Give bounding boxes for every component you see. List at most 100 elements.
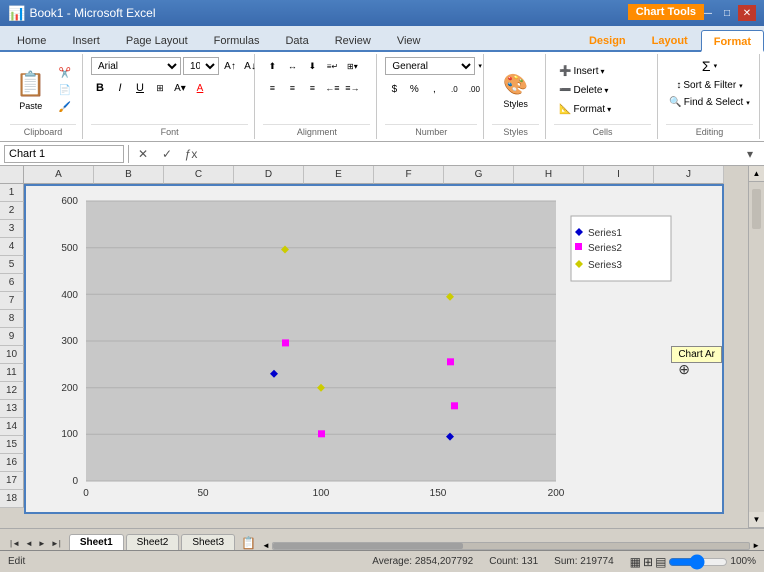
copy-button[interactable]: 📄 [54, 83, 76, 98]
row-header-6[interactable]: 6 [0, 274, 24, 292]
format-painter-button[interactable]: 🖌️ [54, 100, 76, 115]
col-header-j[interactable]: J [654, 166, 724, 184]
font-name-select[interactable]: Arial [91, 57, 181, 75]
sheet-tab-sheet2[interactable]: Sheet2 [126, 534, 180, 550]
tab-home[interactable]: Home [4, 28, 59, 50]
border-button[interactable]: ⊞ [151, 79, 169, 97]
increase-indent-button[interactable]: ≡→ [343, 79, 361, 97]
row-header-17[interactable]: 17 [0, 472, 24, 490]
tab-next-button[interactable]: ► [36, 537, 48, 550]
decrease-decimal-button[interactable]: .0 [445, 80, 463, 98]
increase-font-button[interactable]: A↑ [221, 57, 239, 75]
tab-first-button[interactable]: |◄ [8, 537, 22, 550]
comma-button[interactable]: , [425, 80, 443, 98]
sheet-tab-sheet3[interactable]: Sheet3 [181, 534, 235, 550]
formula-input[interactable] [205, 148, 736, 160]
paste-button[interactable]: 📋 Paste [10, 60, 52, 120]
tab-format[interactable]: Format [701, 30, 764, 52]
row-header-8[interactable]: 8 [0, 310, 24, 328]
underline-button[interactable]: U [131, 79, 149, 97]
percent-button[interactable]: % [405, 80, 423, 98]
view-page-break-button[interactable]: ▤ [655, 555, 666, 569]
row-header-9[interactable]: 9 [0, 328, 24, 346]
row-header-12[interactable]: 12 [0, 382, 24, 400]
col-header-b[interactable]: B [94, 166, 164, 184]
row-header-11[interactable]: 11 [0, 364, 24, 382]
row-header-10[interactable]: 10 [0, 346, 24, 364]
decrease-indent-button[interactable]: ←≡ [323, 79, 341, 97]
view-normal-button[interactable]: ▦ [630, 555, 641, 569]
format-cells-button[interactable]: 📐 Format ▾ [554, 100, 616, 119]
italic-button[interactable]: I [111, 79, 129, 97]
row-header-3[interactable]: 3 [0, 220, 24, 238]
tab-page-layout[interactable]: Page Layout [113, 28, 201, 50]
scroll-thumb[interactable] [752, 189, 761, 229]
tab-layout[interactable]: Layout [639, 28, 701, 50]
bold-button[interactable]: B [91, 79, 109, 97]
col-header-d[interactable]: D [234, 166, 304, 184]
font-color-button[interactable]: A [191, 79, 209, 97]
scroll-down-button[interactable]: ▼ [749, 512, 764, 528]
tab-design[interactable]: Design [576, 28, 639, 50]
font-size-select[interactable]: 10 [183, 57, 219, 75]
tab-data[interactable]: Data [272, 28, 321, 50]
wrap-text-button[interactable]: ≡↵ [323, 57, 341, 75]
insert-function-button[interactable]: ƒx [181, 145, 201, 163]
number-format-select[interactable]: General [385, 57, 475, 75]
align-top-button[interactable]: ⬆ [263, 57, 281, 75]
row-header-7[interactable]: 7 [0, 292, 24, 310]
insert-cells-button[interactable]: ➕ Insert ▾ [554, 62, 616, 81]
col-header-a[interactable]: A [24, 166, 94, 184]
row-header-4[interactable]: 4 [0, 238, 24, 256]
col-header-i[interactable]: I [584, 166, 654, 184]
align-right-button[interactable]: ≡ [303, 79, 321, 97]
tab-view[interactable]: View [384, 28, 434, 50]
col-header-g[interactable]: G [444, 166, 514, 184]
decrease-font-button[interactable]: A↓ [241, 57, 259, 75]
increase-decimal-button[interactable]: .00 [465, 80, 483, 98]
styles-button[interactable]: 🎨 Styles [492, 60, 539, 120]
sort-filter-button[interactable]: ↕ Sort & Filter ▾ [671, 78, 747, 93]
sum-button[interactable]: Σ ▾ [697, 56, 722, 76]
scroll-right-button[interactable]: ► [752, 541, 760, 550]
find-select-button[interactable]: 🔍 Find & Select ▾ [664, 95, 754, 110]
row-header-14[interactable]: 14 [0, 418, 24, 436]
tab-last-button[interactable]: ►| [49, 537, 63, 550]
chart-area[interactable]: 600 500 400 300 200 100 0 [24, 184, 724, 514]
zoom-slider[interactable] [668, 557, 728, 567]
merge-button[interactable]: ⊞▾ [343, 57, 361, 75]
tab-formulas[interactable]: Formulas [201, 28, 273, 50]
expand-formula-button[interactable]: ▾ [740, 145, 760, 163]
col-header-e[interactable]: E [304, 166, 374, 184]
confirm-formula-button[interactable]: ✓ [157, 145, 177, 163]
row-header-1[interactable]: 1 [0, 184, 24, 202]
name-box[interactable] [4, 145, 124, 163]
cancel-formula-button[interactable]: ✕ [133, 145, 153, 163]
tab-review[interactable]: Review [322, 28, 384, 50]
align-middle-button[interactable]: ↔ [283, 57, 301, 75]
tab-prev-button[interactable]: ◄ [23, 537, 35, 550]
maximize-button[interactable]: □ [718, 5, 736, 21]
close-button[interactable]: ✕ [738, 5, 756, 21]
col-header-h[interactable]: H [514, 166, 584, 184]
row-header-5[interactable]: 5 [0, 256, 24, 274]
align-center-button[interactable]: ≡ [283, 79, 301, 97]
delete-cells-button[interactable]: ➖ Delete ▾ [554, 81, 616, 100]
add-sheet-button[interactable]: 📋 [241, 536, 256, 550]
accounting-button[interactable]: $ [385, 80, 403, 98]
row-header-13[interactable]: 13 [0, 400, 24, 418]
row-header-16[interactable]: 16 [0, 454, 24, 472]
scroll-left-button[interactable]: ◄ [262, 541, 270, 550]
row-header-2[interactable]: 2 [0, 202, 24, 220]
col-header-f[interactable]: F [374, 166, 444, 184]
sheet-tab-sheet1[interactable]: Sheet1 [69, 534, 124, 550]
align-bottom-button[interactable]: ⬇ [303, 57, 321, 75]
col-header-c[interactable]: C [164, 166, 234, 184]
align-left-button[interactable]: ≡ [263, 79, 281, 97]
scroll-up-button[interactable]: ▲ [749, 166, 764, 182]
row-header-15[interactable]: 15 [0, 436, 24, 454]
row-header-18[interactable]: 18 [0, 490, 24, 508]
fill-color-button[interactable]: A▾ [171, 79, 189, 97]
tab-insert[interactable]: Insert [59, 28, 113, 50]
cut-button[interactable]: ✂️ [54, 66, 76, 81]
